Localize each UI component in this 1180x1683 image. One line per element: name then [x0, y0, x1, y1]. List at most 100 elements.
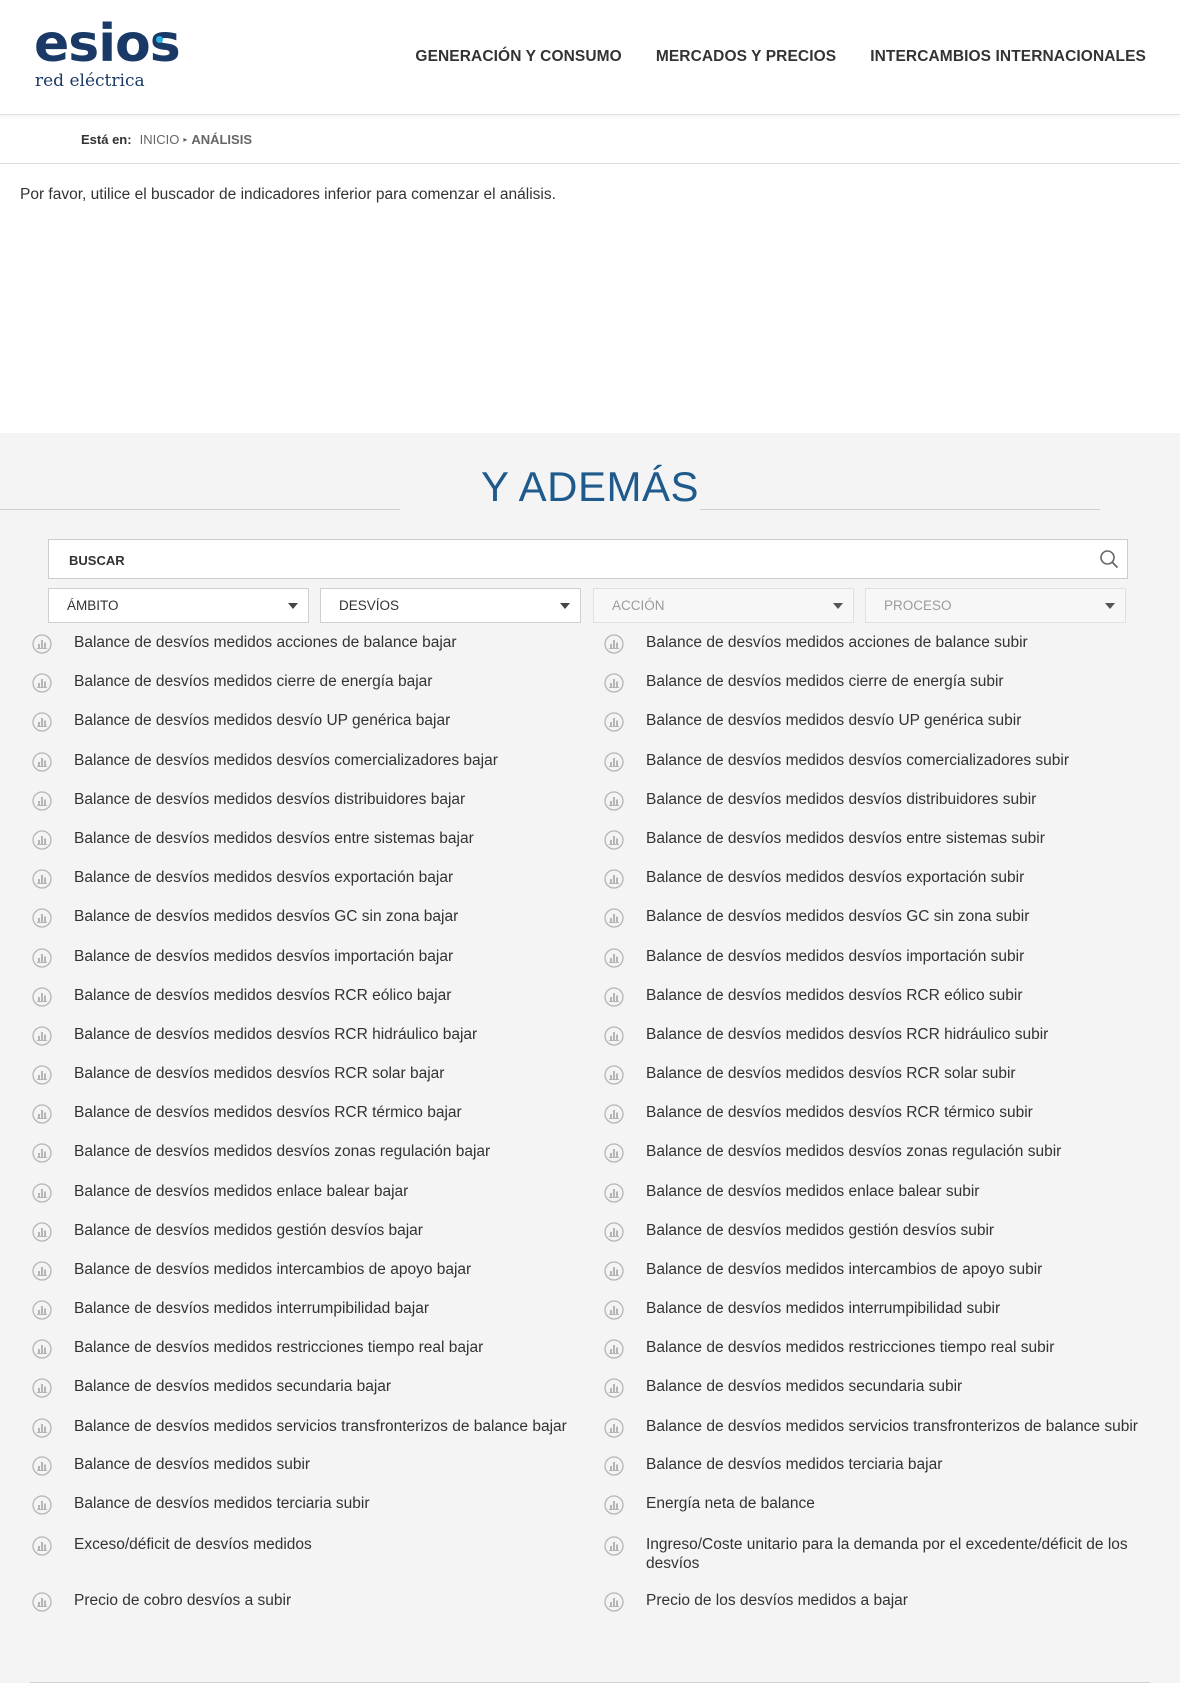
indicator-list-item[interactable]: Exceso/déficit de desvíos medidos — [32, 1535, 592, 1556]
chart-circle-icon — [604, 1536, 624, 1556]
indicator-label: Balance de desvíos medidos desvío UP gen… — [74, 712, 451, 729]
indicator-list-item[interactable]: Precio de los desvíos medidos a bajar — [604, 1591, 1164, 1612]
nav-item-generacion-consumo[interactable]: GENERACIÓN Y CONSUMO — [415, 48, 621, 66]
logo-subtitle: red eléctrica — [35, 71, 145, 91]
intro-text: Por favor, utilice el buscador de indica… — [20, 186, 556, 203]
indicator-list-item[interactable]: Balance de desvíos medidos cierre de ene… — [32, 672, 592, 693]
indicator-list-item[interactable]: Balance de desvíos medidos desvío UP gen… — [604, 711, 1164, 732]
indicator-list-item[interactable]: Balance de desvíos medidos terciaria baj… — [604, 1455, 1164, 1476]
indicator-label: Balance de desvíos medidos desvíos impor… — [646, 948, 1025, 965]
chart-circle-icon — [32, 1065, 52, 1085]
indicator-list-item[interactable]: Balance de desvíos medidos subir — [32, 1455, 592, 1476]
indicator-list-item[interactable]: Balance de desvíos medidos desvíos distr… — [32, 790, 592, 811]
indicator-label: Balance de desvíos medidos subir — [74, 1456, 311, 1473]
main-nav: GENERACIÓN Y CONSUMO MERCADOS Y PRECIOS … — [381, 0, 1146, 114]
indicator-list-item[interactable]: Balance de desvíos medidos desvíos GC si… — [604, 907, 1164, 928]
indicator-list-item[interactable]: Balance de desvíos medidos desvíos RCR e… — [604, 986, 1164, 1007]
indicator-list-item[interactable]: Balance de desvíos medidos secundaria ba… — [32, 1377, 592, 1398]
indicator-list-item[interactable]: Balance de desvíos medidos restricciones… — [604, 1338, 1164, 1359]
search-icon[interactable] — [1099, 549, 1119, 569]
esios-logo[interactable]: esios red eléctrica — [34, 14, 181, 96]
indicator-list-item[interactable]: Balance de desvíos medidos intercambios … — [604, 1260, 1164, 1281]
indicator-label: Balance de desvíos medidos desvíos entre… — [646, 830, 1045, 847]
indicator-list-item[interactable]: Balance de desvíos medidos restricciones… — [32, 1338, 592, 1359]
indicator-list-item[interactable]: Balance de desvíos medidos desvíos RCR t… — [604, 1103, 1164, 1124]
indicator-list-item[interactable]: Balance de desvíos medidos desvíos comer… — [32, 751, 592, 772]
indicator-label: Balance de desvíos medidos desvíos GC si… — [74, 908, 459, 925]
indicator-label: Ingreso/Coste unitario para la demanda p… — [646, 1536, 1128, 1572]
indicator-list-item[interactable]: Balance de desvíos medidos desvíos RCR s… — [604, 1064, 1164, 1085]
indicator-label: Balance de desvíos medidos desvíos RCR e… — [74, 987, 452, 1004]
indicator-list-item[interactable]: Balance de desvíos medidos acciones de b… — [604, 633, 1164, 654]
indicator-list-item[interactable]: Balance de desvíos medidos interrumpibil… — [604, 1299, 1164, 1320]
chart-circle-icon — [32, 1261, 52, 1281]
indicator-label: Balance de desvíos medidos desvíos RCR s… — [646, 1065, 1016, 1082]
indicator-list-item[interactable]: Balance de desvíos medidos enlace balear… — [32, 1182, 592, 1203]
indicator-list-item[interactable]: Precio de cobro desvíos a subir — [32, 1591, 592, 1612]
indicator-list-item[interactable]: Balance de desvíos medidos desvíos entre… — [604, 829, 1164, 850]
indicator-list-item[interactable]: Balance de desvíos medidos cierre de ene… — [604, 672, 1164, 693]
chart-circle-icon — [32, 1592, 52, 1612]
nav-item-intercambios-internacionales[interactable]: INTERCAMBIOS INTERNACIONALES — [870, 48, 1146, 66]
indicator-label: Balance de desvíos medidos desvíos distr… — [646, 791, 1037, 808]
indicator-list-item[interactable]: Balance de desvíos medidos intercambios … — [32, 1260, 592, 1281]
indicator-label: Balance de desvíos medidos desvíos comer… — [646, 752, 1070, 769]
chart-circle-icon — [604, 1026, 624, 1046]
chart-circle-icon — [32, 673, 52, 693]
indicator-list-item[interactable]: Balance de desvíos medidos servicios tra… — [32, 1417, 592, 1438]
indicator-label: Balance de desvíos medidos desvíos impor… — [74, 948, 454, 965]
indicator-label: Balance de desvíos medidos desvíos RCR t… — [74, 1104, 462, 1121]
indicator-list-item[interactable]: Balance de desvíos medidos enlace balear… — [604, 1182, 1164, 1203]
filter-ambito[interactable]: ÁMBITO — [48, 588, 309, 623]
chart-circle-icon — [604, 908, 624, 928]
chevron-down-icon — [1105, 603, 1115, 609]
chart-circle-icon — [604, 1143, 624, 1163]
chart-circle-icon — [604, 673, 624, 693]
indicator-list-item[interactable]: Balance de desvíos medidos secundaria su… — [604, 1377, 1164, 1398]
indicator-list-item[interactable]: Energía neta de balance — [604, 1494, 1164, 1515]
indicator-list-item[interactable]: Balance de desvíos medidos desvíos entre… — [32, 829, 592, 850]
indicator-label: Precio de los desvíos medidos a bajar — [646, 1592, 908, 1609]
indicator-label: Balance de desvíos medidos interrumpibil… — [74, 1300, 429, 1317]
nav-item-mercados-precios[interactable]: MERCADOS Y PRECIOS — [656, 48, 836, 66]
indicator-list-item[interactable]: Balance de desvíos medidos desvíos zonas… — [32, 1142, 592, 1163]
chart-circle-icon — [32, 830, 52, 850]
filter-proceso[interactable]: PROCESO — [865, 588, 1126, 623]
indicator-list-item[interactable]: Balance de desvíos medidos desvíos impor… — [32, 947, 592, 968]
indicator-list-item[interactable]: Balance de desvíos medidos interrumpibil… — [32, 1299, 592, 1320]
chart-circle-icon — [32, 791, 52, 811]
indicator-list-item[interactable]: Ingreso/Coste unitario para la demanda p… — [604, 1535, 1164, 1573]
indicator-list-item[interactable]: Balance de desvíos medidos acciones de b… — [32, 633, 592, 654]
indicator-list-item[interactable]: Balance de desvíos medidos desvíos zonas… — [604, 1142, 1164, 1163]
indicator-list-item[interactable]: Balance de desvíos medidos desvíos RCR h… — [604, 1025, 1164, 1046]
chart-circle-icon — [32, 1222, 52, 1242]
indicator-label: Balance de desvíos medidos intercambios … — [74, 1261, 472, 1278]
indicator-list-item[interactable]: Balance de desvíos medidos desvíos RCR e… — [32, 986, 592, 1007]
chart-circle-icon — [32, 634, 52, 654]
indicator-list-item[interactable]: Balance de desvíos medidos desvíos distr… — [604, 790, 1164, 811]
indicator-label: Precio de cobro desvíos a subir — [74, 1592, 292, 1609]
indicator-list-item[interactable]: Balance de desvíos medidos servicios tra… — [604, 1417, 1164, 1438]
indicator-list-item[interactable]: Balance de desvíos medidos desvíos RCR t… — [32, 1103, 592, 1124]
indicator-list-item[interactable]: Balance de desvíos medidos desvíos GC si… — [32, 907, 592, 928]
indicator-list-item[interactable]: Balance de desvíos medidos gestión desví… — [32, 1221, 592, 1242]
indicator-label: Balance de desvíos medidos desvíos RCR s… — [74, 1065, 445, 1082]
indicator-list-item[interactable]: Balance de desvíos medidos desvíos expor… — [32, 868, 592, 889]
chart-circle-icon — [32, 1183, 52, 1203]
chevron-down-icon — [288, 603, 298, 609]
indicator-list-item[interactable]: Balance de desvíos medidos desvíos comer… — [604, 751, 1164, 772]
indicator-list-item[interactable]: Balance de desvíos medidos desvíos RCR s… — [32, 1064, 592, 1085]
indicator-label: Balance de desvíos medidos desvíos expor… — [646, 869, 1025, 886]
breadcrumb-home-link[interactable]: INICIO — [140, 132, 180, 147]
indicator-label: Balance de desvíos medidos desvíos RCR e… — [646, 987, 1023, 1004]
indicator-list-item[interactable]: Balance de desvíos medidos desvío UP gen… — [32, 711, 592, 732]
indicator-list-item[interactable]: Balance de desvíos medidos gestión desví… — [604, 1221, 1164, 1242]
indicator-list-item[interactable]: Balance de desvíos medidos desvíos expor… — [604, 868, 1164, 889]
indicator-list-item[interactable]: Balance de desvíos medidos desvíos impor… — [604, 947, 1164, 968]
search-input[interactable] — [67, 540, 1051, 580]
filter-accion[interactable]: ACCIÓN — [593, 588, 854, 623]
breadcrumb-separator-icon: ▸ — [183, 134, 188, 144]
indicator-list-item[interactable]: Balance de desvíos medidos desvíos RCR h… — [32, 1025, 592, 1046]
filter-desvios[interactable]: DESVÍOS — [320, 588, 581, 623]
indicator-list-item[interactable]: Balance de desvíos medidos terciaria sub… — [32, 1494, 592, 1515]
